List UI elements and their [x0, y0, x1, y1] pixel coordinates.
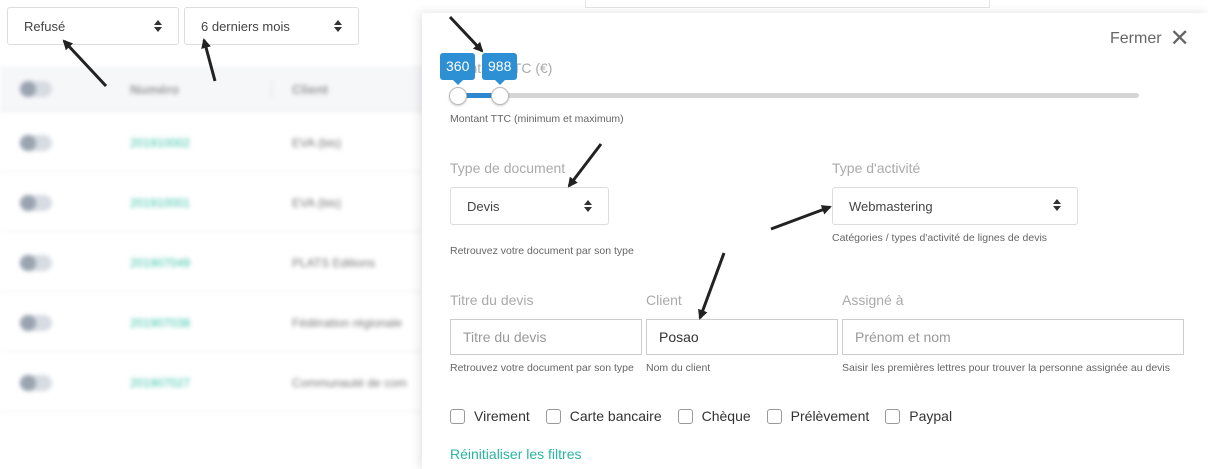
- close-label: Fermer: [1110, 30, 1162, 47]
- title-input[interactable]: Titre du devis: [450, 319, 642, 355]
- client-help: Nom du client: [646, 362, 711, 374]
- activity-value: Webmastering: [849, 198, 933, 214]
- range-track[interactable]: [458, 93, 1139, 98]
- reset-filters-link[interactable]: Réinitialiser les filtres: [450, 446, 581, 462]
- header-client[interactable]: Client: [292, 82, 328, 97]
- doc-type-help: Retrouvez votre document par son type: [450, 245, 634, 257]
- row-client: EVA (bis): [292, 196, 342, 210]
- checkbox-box[interactable]: [450, 408, 465, 424]
- checkbox-prelevement[interactable]: Prélèvement: [766, 408, 869, 424]
- range-max-handle[interactable]: [491, 87, 509, 105]
- row-client: EVA (bis): [292, 136, 342, 150]
- checkbox-box[interactable]: [545, 408, 561, 424]
- title-help: Retrouvez votre document par son type: [450, 362, 634, 374]
- table-row[interactable]: 201907038 Fédération régionale: [0, 293, 430, 352]
- header-numero[interactable]: Numéro: [130, 82, 179, 97]
- row-numero[interactable]: 201907038: [130, 316, 190, 330]
- row-toggle[interactable]: [20, 135, 52, 151]
- checkbox-virement[interactable]: Virement: [450, 408, 530, 424]
- top-box: [585, 0, 990, 8]
- assigned-help: Saisir les premières lettres pour trouve…: [842, 362, 1170, 374]
- period-filter-select[interactable]: 6 derniers mois: [184, 7, 359, 45]
- row-numero[interactable]: 201910001: [130, 196, 190, 210]
- client-input[interactable]: Posao: [646, 319, 838, 355]
- select-caret-icon: [334, 20, 342, 32]
- row-client: Communauté de com: [292, 376, 407, 390]
- assigned-label: Assigné à: [842, 292, 904, 308]
- activity-help: Catégories / types d'activité de lignes …: [832, 232, 1048, 244]
- title-label: Titre du devis: [450, 292, 534, 308]
- row-toggle[interactable]: [20, 195, 52, 211]
- checkbox-carte-bancaire[interactable]: Carte bancaire: [545, 408, 662, 424]
- doc-type-label: Type de document: [450, 160, 566, 176]
- checkbox-paypal[interactable]: Paypal: [885, 408, 952, 424]
- row-numero[interactable]: 201907049: [130, 256, 190, 270]
- header-divider: [271, 80, 272, 98]
- select-caret-icon: [1053, 198, 1061, 214]
- assigned-input[interactable]: Prénom et nom: [842, 319, 1184, 355]
- row-toggle[interactable]: [20, 375, 52, 391]
- row-client: PLATS Editions: [292, 256, 376, 270]
- period-filter-value: 6 derniers mois: [201, 18, 290, 34]
- range-help: Montant TTC (minimum et maximum): [450, 113, 624, 125]
- checkbox-box[interactable]: [677, 408, 693, 424]
- row-numero[interactable]: 201910002: [130, 136, 190, 150]
- activity-label: Type d'activité: [832, 160, 921, 176]
- select-all-toggle[interactable]: [20, 81, 52, 97]
- table-row[interactable]: 201907027 Communauté de com: [0, 353, 430, 412]
- checkbox-box[interactable]: [766, 408, 782, 424]
- close-icon[interactable]: ✕: [1170, 27, 1190, 51]
- table-header: Numéro Client: [0, 66, 430, 112]
- row-toggle[interactable]: [20, 255, 52, 271]
- row-numero[interactable]: 201907027: [130, 376, 190, 390]
- range-max-tooltip: 988: [482, 53, 518, 85]
- table-row[interactable]: 201910002 EVA (bis): [0, 113, 430, 172]
- row-toggle[interactable]: [20, 315, 52, 331]
- checkbox-cheque[interactable]: Chèque: [677, 408, 751, 424]
- range-min-handle[interactable]: [449, 87, 467, 105]
- client-label: Client: [646, 292, 682, 308]
- filter-panel: Fermer ✕ Montant TTC (€) 360 988 Montant…: [422, 13, 1208, 469]
- activity-select[interactable]: Webmastering: [832, 187, 1078, 225]
- close-button[interactable]: Fermer ✕: [1110, 27, 1190, 51]
- doc-type-select[interactable]: Devis: [450, 187, 609, 225]
- table-row[interactable]: 201910001 EVA (bis): [0, 173, 430, 232]
- select-caret-icon: [154, 20, 162, 32]
- payment-checkboxes: Virement Carte bancaire Chèque Prélèveme…: [450, 408, 968, 424]
- doc-type-value: Devis: [467, 198, 500, 214]
- status-filter-select[interactable]: Refusé: [7, 7, 179, 45]
- row-client: Fédération régionale: [292, 316, 403, 330]
- status-filter-value: Refusé: [24, 18, 66, 34]
- checkbox-box[interactable]: [885, 408, 901, 424]
- range-min-tooltip: 360: [440, 53, 476, 85]
- table-row[interactable]: 201907049 PLATS Editions: [0, 233, 430, 292]
- select-caret-icon: [584, 200, 592, 212]
